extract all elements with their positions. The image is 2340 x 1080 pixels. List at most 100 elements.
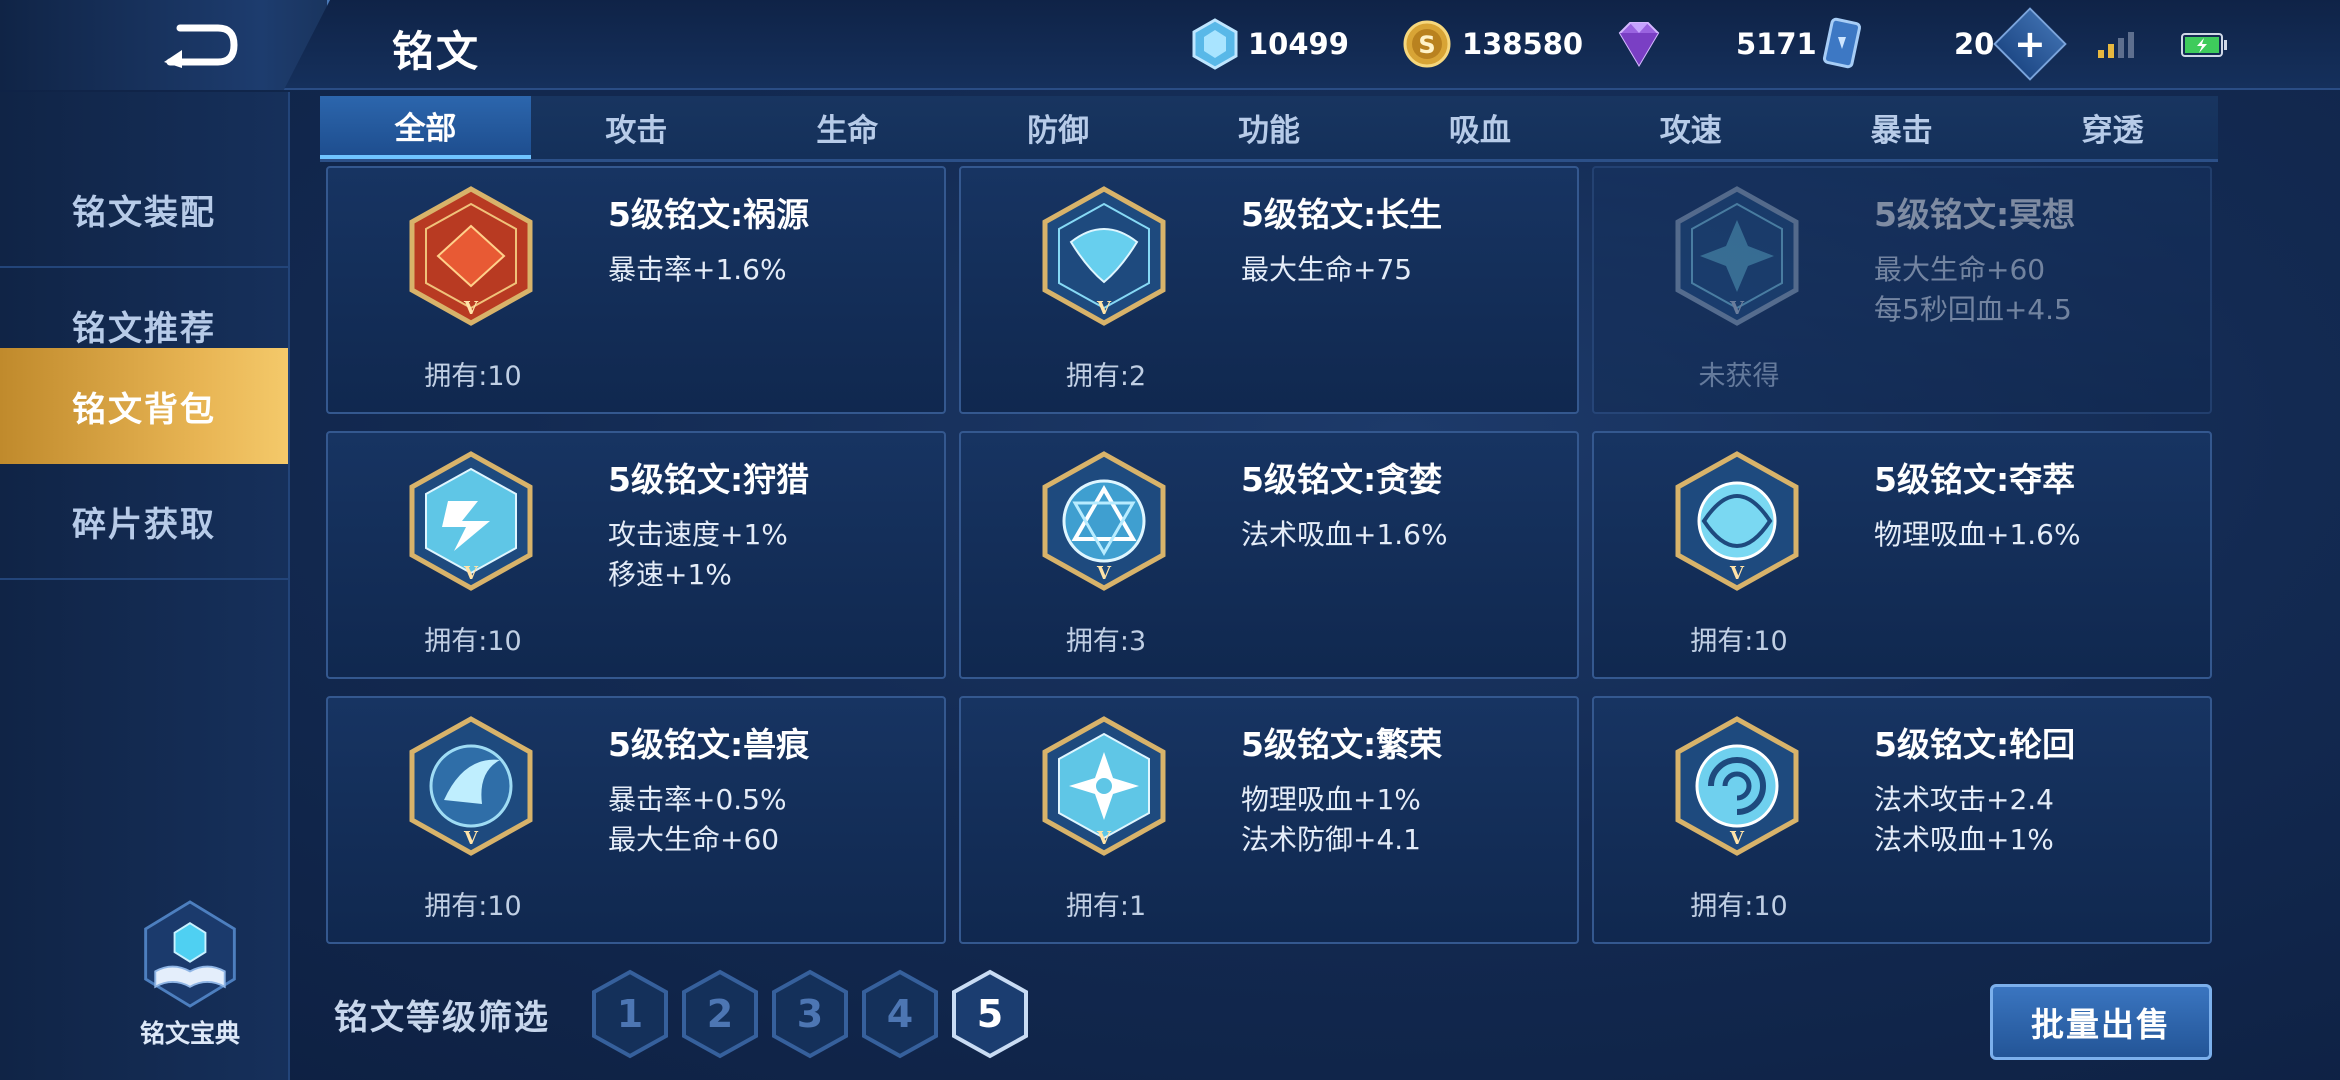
sidebar-item-rune-bag[interactable]: 铭文背包 bbox=[0, 348, 288, 464]
rune-stat: 最大生命+60 bbox=[1874, 253, 2046, 286]
rune-codex-button[interactable]: 铭文宝典 bbox=[120, 900, 260, 1050]
svg-text:V: V bbox=[1096, 828, 1112, 849]
rune-stat: 暴击率+0.5% bbox=[608, 783, 787, 816]
rune-card-tanlan[interactable]: V 5级铭文:贪婪 法术吸血+1.6% 拥有:3 bbox=[959, 431, 1579, 679]
diamond-value: 10499 bbox=[1248, 27, 1349, 61]
rune-stat: 物理吸血+1.6% bbox=[1874, 518, 2081, 551]
tab-penetration[interactable]: 穿透 bbox=[2007, 96, 2218, 159]
back-button[interactable] bbox=[0, 0, 330, 90]
page-title: 铭文 bbox=[392, 27, 481, 76]
svg-text:V: V bbox=[1096, 563, 1112, 584]
diamond-icon bbox=[1192, 18, 1238, 70]
rune-name: 5级铭文:祸源 bbox=[608, 195, 810, 234]
rune-name: 5级铭文:兽痕 bbox=[608, 725, 810, 764]
codex-label: 铭文宝典 bbox=[139, 1019, 240, 1048]
level-number: 4 bbox=[886, 992, 914, 1036]
level-filter-1[interactable]: 1 bbox=[590, 968, 670, 1060]
svg-text:V: V bbox=[1729, 563, 1745, 584]
rune-fanrong-icon: V bbox=[1042, 716, 1166, 856]
tab-attack-speed[interactable]: 攻速 bbox=[1585, 96, 1796, 159]
gold-coin-icon: S bbox=[1403, 20, 1451, 68]
rune-card-changsheng[interactable]: V 5级铭文:长生 最大生命+75 拥有:2 bbox=[959, 166, 1579, 414]
codex-book-icon bbox=[144, 900, 236, 1008]
level-filter-3[interactable]: 3 bbox=[770, 968, 850, 1060]
gem-counter[interactable]: 5171 bbox=[1612, 16, 1817, 72]
rune-lunhui-icon: V bbox=[1675, 716, 1799, 856]
tab-defense[interactable]: 防御 bbox=[953, 96, 1164, 159]
rune-card-shouhen[interactable]: V 5级铭文:兽痕 暴击率+0.5% 最大生命+60 拥有:10 bbox=[326, 696, 946, 944]
rune-stat: 法术攻击+2.4 bbox=[1874, 783, 2054, 816]
tab-attack[interactable]: 攻击 bbox=[531, 96, 742, 159]
svg-text:V: V bbox=[463, 828, 479, 849]
tab-lifesteal[interactable]: 吸血 bbox=[1374, 96, 1585, 159]
rune-stat: 每5秒回血+4.5 bbox=[1874, 293, 2072, 326]
gold-value: 138580 bbox=[1462, 27, 1584, 61]
svg-text:V: V bbox=[1729, 828, 1745, 849]
rune-owned-count: 拥有:2 bbox=[1065, 361, 1147, 392]
rune-card-mingxiang[interactable]: V 5级铭文:冥想 最大生命+60 每5秒回血+4.5 未获得 bbox=[1592, 166, 2212, 414]
rune-stat: 最大生命+75 bbox=[1241, 253, 1413, 286]
rune-stat: 攻击速度+1% bbox=[608, 518, 788, 551]
rune-stat: 移速+1% bbox=[608, 558, 732, 591]
sidebar-item-shard-obtain[interactable]: 碎片获取 bbox=[0, 464, 288, 580]
rune-stat: 法术防御+4.1 bbox=[1241, 823, 1421, 856]
svg-text:S: S bbox=[1418, 31, 1435, 59]
rune-name: 5级铭文:贪婪 bbox=[1241, 460, 1443, 499]
svg-text:V: V bbox=[463, 563, 479, 584]
svg-text:V: V bbox=[1096, 298, 1112, 319]
rune-owned-count: 拥有:10 bbox=[424, 891, 522, 922]
svg-text:V: V bbox=[463, 298, 479, 319]
tab-all[interactable]: 全部 bbox=[320, 96, 531, 159]
card-counter[interactable]: 20 + bbox=[1822, 7, 2068, 81]
rune-card-huoyuan[interactable]: V 5级铭文:祸源 暴击率+1.6% 拥有:10 bbox=[326, 166, 946, 414]
sidebar-item-rune-equip[interactable]: 铭文装配 bbox=[0, 152, 288, 268]
rune-name: 5级铭文:轮回 bbox=[1874, 725, 2076, 764]
tab-utility[interactable]: 功能 bbox=[1164, 96, 1375, 159]
purple-gem-icon bbox=[1618, 22, 1660, 67]
rune-name: 5级铭文:夺萃 bbox=[1874, 460, 2076, 499]
level-filter-2[interactable]: 2 bbox=[680, 968, 760, 1060]
signal-icon bbox=[2098, 32, 2134, 58]
rune-changsheng-icon: V bbox=[1042, 186, 1166, 326]
level-number: 2 bbox=[706, 992, 734, 1036]
tab-health[interactable]: 生命 bbox=[742, 96, 953, 159]
rune-card-shoulie[interactable]: V 5级铭文:狩猎 攻击速度+1% 移速+1% 拥有:10 bbox=[326, 431, 946, 679]
add-resource-button[interactable]: + bbox=[1993, 7, 2068, 81]
rune-card-duocui[interactable]: V 5级铭文:夺萃 物理吸血+1.6% 拥有:10 bbox=[1592, 431, 2212, 679]
tab-crit[interactable]: 暴击 bbox=[1796, 96, 2007, 159]
level-filter-label: 铭文等级筛选 bbox=[334, 998, 550, 1038]
rune-name: 5级铭文:繁荣 bbox=[1241, 725, 1443, 764]
plus-icon: + bbox=[2014, 22, 2047, 66]
rune-stat: 最大生命+60 bbox=[608, 823, 780, 856]
rune-name: 5级铭文:长生 bbox=[1241, 195, 1443, 234]
rune-name: 5级铭文:狩猎 bbox=[608, 460, 810, 499]
rune-card-fanrong[interactable]: V 5级铭文:繁荣 物理吸血+1% 法术防御+4.1 拥有:1 bbox=[959, 696, 1579, 944]
battery-icon bbox=[2181, 33, 2227, 57]
rune-owned-count: 未获得 bbox=[1698, 361, 1780, 392]
svg-text:V: V bbox=[1729, 298, 1745, 319]
rune-tanlan-icon: V bbox=[1042, 451, 1166, 591]
category-tabs: 全部 攻击 生命 防御 功能 吸血 攻速 暴击 穿透 bbox=[320, 96, 2218, 162]
rune-shoulie-icon: V bbox=[409, 451, 533, 591]
rune-owned-count: 拥有:10 bbox=[424, 361, 522, 392]
rune-mingxiang-icon: V bbox=[1675, 186, 1799, 326]
ticket-card-icon bbox=[1822, 17, 1862, 69]
rune-stat: 法术吸血+1% bbox=[1874, 823, 2054, 856]
level-filter-5[interactable]: 5 bbox=[950, 968, 1030, 1060]
rune-stat: 物理吸血+1% bbox=[1241, 783, 1421, 816]
diamond-counter[interactable]: 10499 bbox=[1192, 16, 1349, 72]
bulk-sell-button[interactable]: 批量出售 bbox=[1990, 984, 2212, 1060]
gem-value: 5171 bbox=[1736, 27, 1817, 61]
rune-card-lunhui[interactable]: V 5级铭文:轮回 法术攻击+2.4 法术吸血+1% 拥有:10 bbox=[1592, 696, 2212, 944]
rune-stat: 暴击率+1.6% bbox=[608, 253, 787, 286]
rune-duocui-icon: V bbox=[1675, 451, 1799, 591]
card-value: 20 bbox=[1954, 27, 1995, 61]
level-filter-4[interactable]: 4 bbox=[860, 968, 940, 1060]
rune-grid: V 5级铭文:祸源 暴击率+1.6% 拥有:10 V 5级铭文:长生 最大生命+… bbox=[326, 166, 2212, 944]
gold-counter[interactable]: S 138580 bbox=[1402, 16, 1583, 72]
rune-owned-count: 拥有:3 bbox=[1065, 626, 1147, 657]
level-number: 5 bbox=[976, 992, 1004, 1036]
level-number: 3 bbox=[796, 992, 824, 1036]
rune-shouhen-icon: V bbox=[409, 716, 533, 856]
rune-owned-count: 拥有:1 bbox=[1065, 891, 1147, 922]
